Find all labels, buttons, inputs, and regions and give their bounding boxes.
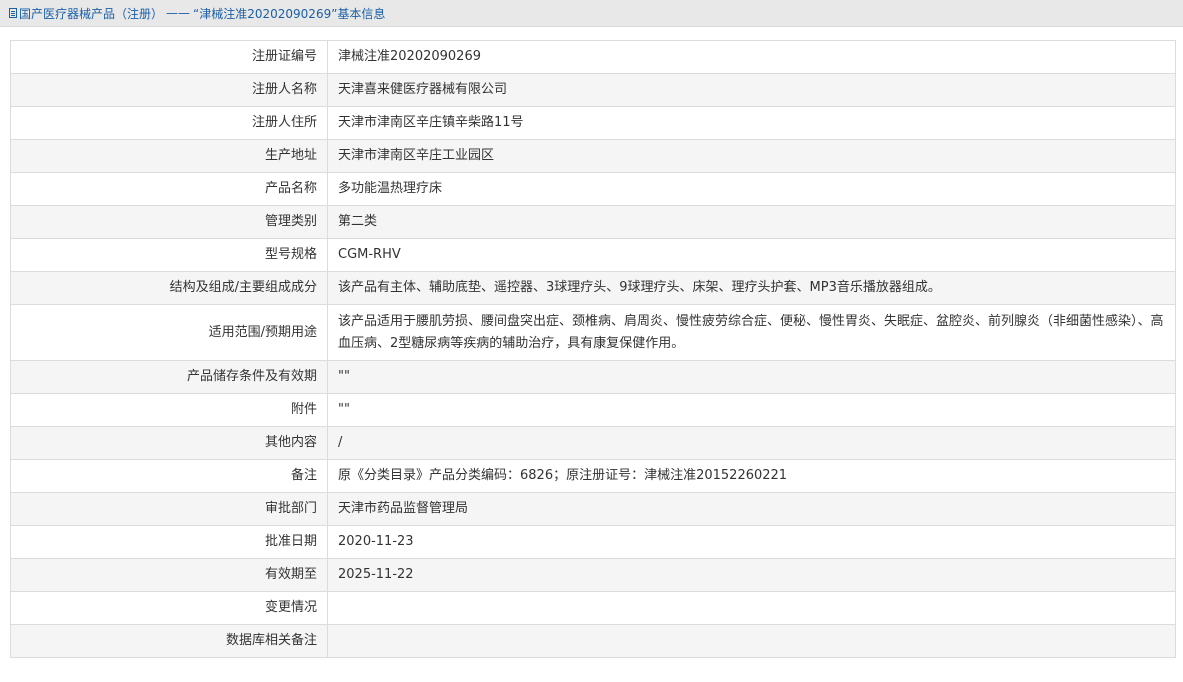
row-value: 天津市药品监督管理局 bbox=[327, 492, 1176, 526]
table-row: 结构及组成/主要组成成分 该产品有主体、辅助底垫、遥控器、3球理疗头、9球理疗头… bbox=[10, 271, 1176, 305]
row-value: "" bbox=[327, 360, 1176, 394]
row-label: 变更情况 bbox=[10, 591, 328, 625]
row-value: 2025-11-22 bbox=[327, 558, 1176, 592]
row-value bbox=[327, 624, 1176, 658]
row-value: "" bbox=[327, 393, 1176, 427]
row-label: 其他内容 bbox=[10, 426, 328, 460]
table-row: 备注 原《分类目录》产品分类编码：6826；原注册证号：津械注准20152260… bbox=[10, 459, 1176, 493]
row-value bbox=[327, 591, 1176, 625]
registration-info-table: 注册证编号 津械注准20202090269 注册人名称 天津喜来健医疗器械有限公… bbox=[10, 40, 1176, 658]
table-row: 数据库相关备注 bbox=[10, 624, 1176, 658]
row-value: 第二类 bbox=[327, 205, 1176, 239]
row-value: 原《分类目录》产品分类编码：6826；原注册证号：津械注准20152260221 bbox=[327, 459, 1176, 493]
row-label: 注册人住所 bbox=[10, 106, 328, 140]
table-row: 审批部门 天津市药品监督管理局 bbox=[10, 492, 1176, 526]
row-label: 审批部门 bbox=[10, 492, 328, 526]
row-label: 生产地址 bbox=[10, 139, 328, 173]
row-label: 数据库相关备注 bbox=[10, 624, 328, 658]
breadcrumb: 国产医疗器械产品（注册） —— “津械注准20202090269”基本信息 bbox=[0, 0, 1183, 27]
row-label: 管理类别 bbox=[10, 205, 328, 239]
table-row: 产品储存条件及有效期 "" bbox=[10, 360, 1176, 394]
row-value: 天津喜来健医疗器械有限公司 bbox=[327, 73, 1176, 107]
row-value: 天津市津南区辛庄工业园区 bbox=[327, 139, 1176, 173]
table-row: 适用范围/预期用途 该产品适用于腰肌劳损、腰间盘突出症、颈椎病、肩周炎、慢性疲劳… bbox=[10, 304, 1176, 361]
row-value: 该产品有主体、辅助底垫、遥控器、3球理疗头、9球理疗头、床架、理疗头护套、MP3… bbox=[327, 271, 1176, 305]
row-value: CGM-RHV bbox=[327, 238, 1176, 272]
row-label: 批准日期 bbox=[10, 525, 328, 559]
row-value: 天津市津南区辛庄镇辛柴路11号 bbox=[327, 106, 1176, 140]
row-label: 产品名称 bbox=[10, 172, 328, 206]
row-label: 注册人名称 bbox=[10, 73, 328, 107]
row-value: 多功能温热理疗床 bbox=[327, 172, 1176, 206]
row-label: 有效期至 bbox=[10, 558, 328, 592]
table-row: 其他内容 / bbox=[10, 426, 1176, 460]
row-label: 附件 bbox=[10, 393, 328, 427]
row-label: 适用范围/预期用途 bbox=[10, 304, 328, 361]
table-row: 生产地址 天津市津南区辛庄工业园区 bbox=[10, 139, 1176, 173]
table-row: 注册证编号 津械注准20202090269 bbox=[10, 40, 1176, 74]
row-value: 2020-11-23 bbox=[327, 525, 1176, 559]
table-row: 型号规格 CGM-RHV bbox=[10, 238, 1176, 272]
row-value: 该产品适用于腰肌劳损、腰间盘突出症、颈椎病、肩周炎、慢性疲劳综合症、便秘、慢性胃… bbox=[327, 304, 1176, 361]
table-row: 变更情况 bbox=[10, 591, 1176, 625]
table-row: 注册人住所 天津市津南区辛庄镇辛柴路11号 bbox=[10, 106, 1176, 140]
row-value: / bbox=[327, 426, 1176, 460]
breadcrumb-current-page: “津械注准20202090269”基本信息 bbox=[193, 6, 386, 21]
breadcrumb-separator: —— bbox=[166, 6, 191, 20]
row-label: 注册证编号 bbox=[10, 40, 328, 74]
row-value: 津械注准20202090269 bbox=[327, 40, 1176, 74]
table-row: 批准日期 2020-11-23 bbox=[10, 525, 1176, 559]
table-row: 附件 "" bbox=[10, 393, 1176, 427]
breadcrumb-link-domestic-devices[interactable]: 国产医疗器械产品（注册） bbox=[19, 5, 163, 22]
table-row: 注册人名称 天津喜来健医疗器械有限公司 bbox=[10, 73, 1176, 107]
table-row: 有效期至 2025-11-22 bbox=[10, 558, 1176, 592]
row-label: 备注 bbox=[10, 459, 328, 493]
table-row: 管理类别 第二类 bbox=[10, 205, 1176, 239]
row-label: 产品储存条件及有效期 bbox=[10, 360, 328, 394]
table-row: 产品名称 多功能温热理疗床 bbox=[10, 172, 1176, 206]
row-label: 结构及组成/主要组成成分 bbox=[10, 271, 328, 305]
document-icon bbox=[9, 8, 17, 18]
row-label: 型号规格 bbox=[10, 238, 328, 272]
